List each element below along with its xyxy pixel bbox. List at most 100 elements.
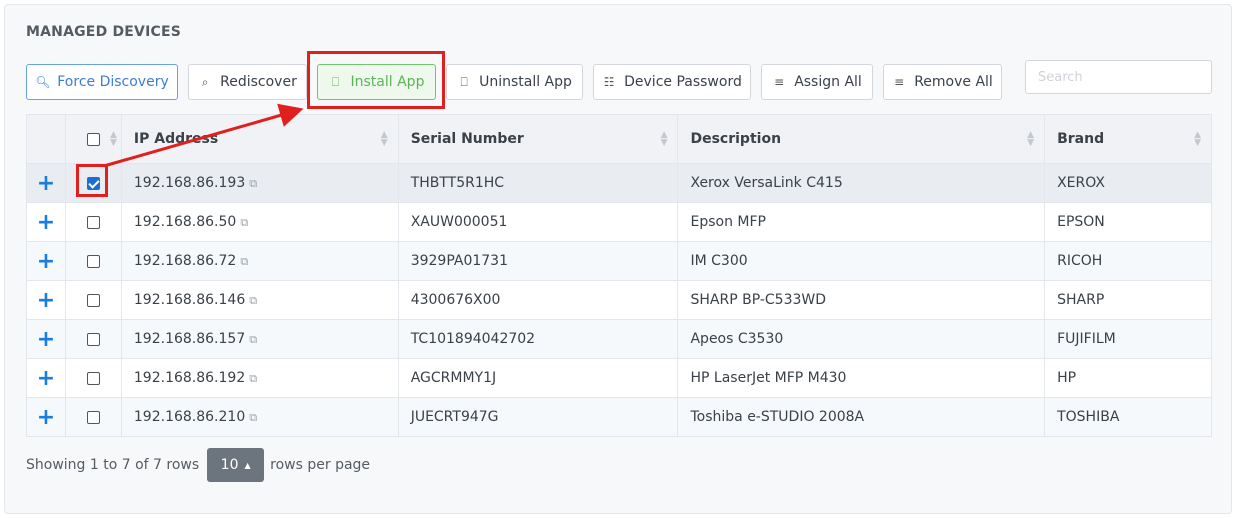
ip-address[interactable]: 192.168.86.146 xyxy=(134,292,245,308)
brand-cell: HP xyxy=(1044,358,1212,398)
brand-cell: EPSON xyxy=(1044,202,1212,242)
brand-cell: XEROX xyxy=(1044,163,1212,203)
ip-cell: 192.168.86.146 ⧉ xyxy=(120,280,399,320)
rediscover-button[interactable]: ⌕ Rediscover xyxy=(188,64,307,100)
page-size-dropdown[interactable]: 10 ▲ xyxy=(207,448,265,482)
row-checkbox[interactable] xyxy=(86,371,100,385)
serial-cell: 4300676X00 xyxy=(397,280,679,320)
column-header-description[interactable]: Description ▲ ▼ xyxy=(677,114,1046,164)
external-link-icon[interactable]: ⧉ xyxy=(240,216,248,229)
plus-icon: + xyxy=(36,287,56,313)
install-app-label: Install App xyxy=(350,74,425,90)
force-discovery-button[interactable]: 🔍︎ Force Discovery xyxy=(26,64,178,100)
expand-row-button[interactable]: + xyxy=(26,397,66,437)
page-title: MANAGED DEVICES xyxy=(26,24,182,40)
select-all-header: ▲ ▼ xyxy=(64,114,122,164)
expand-row-button[interactable]: + xyxy=(26,202,66,242)
remove-all-button[interactable]: ≡ Remove All xyxy=(883,64,1002,100)
serial-cell: JUECRT947G xyxy=(397,397,679,437)
expand-row-button[interactable]: + xyxy=(26,280,66,320)
ip-cell: 192.168.86.192 ⧉ xyxy=(120,358,399,398)
assign-all-button[interactable]: ≡ Assign All xyxy=(761,64,873,100)
force-discovery-label: Force Discovery xyxy=(57,74,169,90)
external-link-icon[interactable]: ⧉ xyxy=(249,411,257,424)
row-checkbox[interactable] xyxy=(86,254,100,268)
description-cell: IM C300 xyxy=(677,241,1046,281)
table-row: + 192.168.86.157 ⧉ TC101894042702 Apeos C… xyxy=(26,319,1212,359)
table-row: + 192.168.86.192 ⧉ AGCRMMY1J HP LaserJet … xyxy=(26,358,1212,398)
plus-icon: + xyxy=(36,209,56,235)
row-checkbox[interactable] xyxy=(86,332,100,346)
ip-address[interactable]: 192.168.86.192 xyxy=(134,370,245,386)
device-password-label: Device Password xyxy=(624,74,742,90)
search-input[interactable] xyxy=(1025,60,1212,94)
table-body: + 192.168.86.193 ⧉ THBTT5R1HC Xerox Versa… xyxy=(26,163,1212,437)
column-header-label: Serial Number xyxy=(410,131,524,147)
ip-cell: 192.168.86.193 ⧉ xyxy=(120,163,399,203)
table-row: + 192.168.86.146 ⧉ 4300676X00 SHARP BP-C5… xyxy=(26,280,1212,320)
ip-address[interactable]: 192.168.86.210 xyxy=(134,409,245,425)
serial-cell: XAUW000051 xyxy=(397,202,679,242)
sort-icon: ▲ ▼ xyxy=(1194,130,1201,148)
description-cell: SHARP BP-C533WD xyxy=(677,280,1046,320)
expand-row-button[interactable]: + xyxy=(26,358,66,398)
column-header-label: Brand xyxy=(1057,131,1105,147)
column-header-serial[interactable]: Serial Number ▲ ▼ xyxy=(397,114,679,164)
password-icon: ☷ xyxy=(603,75,615,89)
description-cell: Toshiba e-STUDIO 2008A xyxy=(677,397,1046,437)
plus-icon: + xyxy=(36,248,56,274)
row-checkbox[interactable] xyxy=(86,176,100,190)
column-header-ip[interactable]: IP Address ▲ ▼ xyxy=(120,114,399,164)
external-link-icon[interactable]: ⧉ xyxy=(249,372,257,385)
external-link-icon[interactable]: ⧉ xyxy=(249,177,257,190)
plus-icon: + xyxy=(36,365,56,391)
table-row: + 192.168.86.50 ⧉ XAUW000051 Epson MFP EP… xyxy=(26,202,1212,242)
ip-address[interactable]: 192.168.86.50 xyxy=(134,214,236,230)
serial-cell: 3929PA01731 xyxy=(397,241,679,281)
rediscover-label: Rediscover xyxy=(220,74,297,90)
description-cell: HP LaserJet MFP M430 xyxy=(677,358,1046,398)
expand-row-button[interactable]: + xyxy=(26,163,66,203)
serial-cell: AGCRMMY1J xyxy=(397,358,679,398)
description-cell: Xerox VersaLink C415 xyxy=(677,163,1046,203)
assign-all-label: Assign All xyxy=(794,74,862,90)
pagination-footer: Showing 1 to 7 of 7 rows 10 ▲ rows per p… xyxy=(26,448,370,482)
search-refresh-icon: ⌕ xyxy=(201,74,209,89)
ip-cell: 192.168.86.72 ⧉ xyxy=(120,241,399,281)
row-checkbox[interactable] xyxy=(86,293,100,307)
install-icon: ⎕ xyxy=(331,74,340,89)
sort-icon: ▲ ▼ xyxy=(380,130,388,148)
column-header-brand[interactable]: Brand ▲ ▼ xyxy=(1044,114,1212,164)
row-checkbox[interactable] xyxy=(86,410,100,424)
select-all-checkbox[interactable] xyxy=(86,132,100,146)
caret-up-icon: ▲ xyxy=(244,460,251,470)
device-password-button[interactable]: ☷ Device Password xyxy=(593,64,751,100)
ip-address[interactable]: 192.168.86.72 xyxy=(134,253,236,269)
external-link-icon[interactable]: ⧉ xyxy=(240,255,248,268)
plus-icon: + xyxy=(36,170,56,196)
expand-row-button[interactable]: + xyxy=(26,241,66,281)
column-header-label: IP Address xyxy=(133,131,219,147)
playlist-remove-icon: ≡ xyxy=(894,75,905,89)
ip-cell: 192.168.86.50 ⧉ xyxy=(120,202,399,242)
row-checkbox[interactable] xyxy=(86,215,100,229)
sort-icon: ▲ ▼ xyxy=(660,130,668,148)
sort-icon: ▲ ▼ xyxy=(109,130,117,148)
table-row: + 192.168.86.72 ⧉ 3929PA01731 IM C300 RIC… xyxy=(26,241,1212,281)
ip-address[interactable]: 192.168.86.193 xyxy=(134,175,245,191)
column-header-label: Description xyxy=(690,131,782,147)
brand-cell: FUJIFILM xyxy=(1044,319,1212,359)
devices-table: ▲ ▼ IP Address ▲ ▼ Serial Number ▲ ▼ Descri… xyxy=(26,114,1212,437)
rows-per-page-text: rows per page xyxy=(270,457,371,473)
brand-cell: SHARP xyxy=(1044,280,1212,320)
table-row: + 192.168.86.210 ⧉ JUECRT947G Toshiba e-S… xyxy=(26,397,1212,437)
external-link-icon[interactable]: ⧉ xyxy=(249,294,257,307)
plus-icon: + xyxy=(36,404,56,430)
uninstall-app-button[interactable]: ⎕ Uninstall App xyxy=(446,64,583,100)
expand-row-button[interactable]: + xyxy=(26,319,66,359)
table-header-row: ▲ ▼ IP Address ▲ ▼ Serial Number ▲ ▼ Descri… xyxy=(26,114,1212,164)
install-app-button[interactable]: ⎕ Install App xyxy=(317,64,436,100)
ip-cell: 192.168.86.157 ⧉ xyxy=(120,319,399,359)
external-link-icon[interactable]: ⧉ xyxy=(249,333,257,346)
ip-address[interactable]: 192.168.86.157 xyxy=(134,331,245,347)
